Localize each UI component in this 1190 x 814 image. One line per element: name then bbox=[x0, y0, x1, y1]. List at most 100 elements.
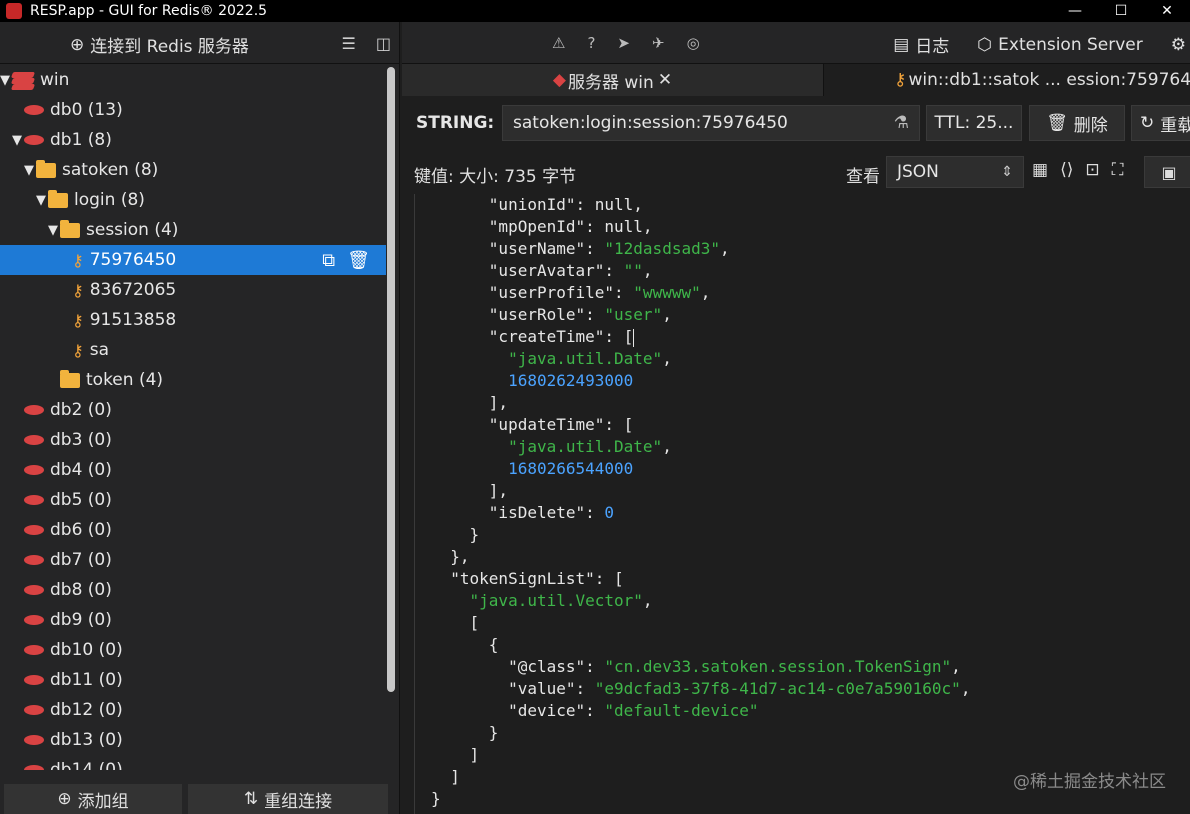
folder-icon bbox=[60, 219, 80, 238]
split-panel-icon[interactable]: ◫ bbox=[376, 34, 391, 53]
tree-item-db[interactable]: db2 (0) bbox=[0, 395, 386, 425]
view-format-select[interactable]: JSON ⇕ bbox=[886, 156, 1024, 188]
tree-item-db[interactable]: db11 (0) bbox=[0, 665, 386, 695]
tree-item-server[interactable]: ▼ win bbox=[0, 65, 386, 95]
tree-item-folder[interactable]: ▼ login (8) bbox=[0, 185, 386, 215]
expand-caret-icon[interactable]: ▼ bbox=[36, 193, 48, 208]
github-icon[interactable]: ◎ bbox=[687, 34, 700, 52]
code-line: [ bbox=[431, 612, 480, 634]
telegram-icon[interactable]: ➤ bbox=[617, 34, 630, 52]
tree-item-folder[interactable]: ▼ session (4) bbox=[0, 215, 386, 245]
list-view-icon[interactable]: ☰ bbox=[342, 34, 356, 53]
connect-redis-button[interactable]: ⊕ 连接到 Redis 服务器 bbox=[70, 32, 249, 58]
tree-item-db[interactable]: db13 (0) bbox=[0, 725, 386, 755]
view-format-value: JSON bbox=[897, 162, 939, 182]
tree-item-db[interactable]: db0 (13) bbox=[0, 95, 386, 125]
database-icon bbox=[24, 495, 44, 505]
tree-item-db[interactable]: db10 (0) bbox=[0, 635, 386, 665]
maximize-button[interactable]: ☐ bbox=[1098, 0, 1144, 22]
copy-key-icon[interactable]: ⧉ bbox=[322, 250, 335, 271]
twitter-icon[interactable]: ✈ bbox=[652, 34, 665, 52]
code-line: "device": "default-device" bbox=[431, 700, 759, 722]
tree-item-folder[interactable]: token (4) bbox=[0, 365, 386, 395]
tree-item-key[interactable]: ⚷ sa bbox=[0, 335, 386, 365]
tree-item-db[interactable]: ▼ db1 (8) bbox=[0, 125, 386, 155]
code-line: }, bbox=[431, 546, 469, 568]
connections-panel: ⊕ 连接到 Redis 服务器 ☰ ◫ ▼ win db0 (13) ▼ db1 (8)… bbox=[0, 22, 400, 814]
database-icon bbox=[24, 105, 44, 115]
database-icon bbox=[24, 435, 44, 445]
close-tab-icon[interactable]: ✕ bbox=[658, 70, 672, 90]
tree-item-db[interactable]: db3 (0) bbox=[0, 425, 386, 455]
minimize-button[interactable]: — bbox=[1052, 0, 1098, 22]
tree-item-key[interactable]: ⚷ 83672065 bbox=[0, 275, 386, 305]
tree-item-db[interactable]: db14 (0) bbox=[0, 755, 386, 770]
code-token: 1680262493000 bbox=[508, 371, 634, 390]
ttl-button[interactable]: TTL: 25... bbox=[926, 105, 1022, 141]
tree-item-folder[interactable]: ▼ satoken (8) bbox=[0, 155, 386, 185]
expand-caret-icon[interactable]: ▼ bbox=[0, 73, 12, 88]
code-token: , bbox=[960, 679, 971, 698]
tree-item-label: db1 (8) bbox=[50, 130, 112, 150]
trash-icon: 🗑 bbox=[1046, 113, 1068, 133]
tree-item-db[interactable]: db8 (0) bbox=[0, 575, 386, 605]
expand-caret-icon[interactable]: ▼ bbox=[24, 163, 36, 178]
tree-item-key[interactable]: ⚷ 91513858 bbox=[0, 305, 386, 335]
tree-item-label: db10 (0) bbox=[50, 640, 123, 660]
tree-item-db[interactable]: db6 (0) bbox=[0, 515, 386, 545]
tree-item-label: db5 (0) bbox=[50, 490, 112, 510]
close-window-button[interactable]: ✕ bbox=[1144, 0, 1190, 22]
code-line: } bbox=[431, 788, 441, 810]
tree-item-label: session (4) bbox=[86, 220, 179, 240]
regroup-connections-button[interactable]: ⇅ 重组连接 bbox=[188, 784, 388, 814]
help-icon[interactable]: ? bbox=[587, 34, 595, 52]
key-name-input[interactable]: satoken:login:session:75976450 ⚗ bbox=[502, 105, 920, 141]
log-button[interactable]: ▤ 日志 bbox=[893, 32, 949, 58]
reload-button[interactable]: ↻ 重载 bbox=[1131, 105, 1190, 141]
key-icon: ⚷ bbox=[894, 70, 907, 90]
copy-clipboard-icon[interactable]: ▦ bbox=[1032, 160, 1048, 180]
trash-icon[interactable]: 🗑 bbox=[347, 250, 370, 271]
warning-icon[interactable]: ⚠ bbox=[552, 34, 565, 52]
tree-item-key[interactable]: ⚷ 75976450 ⧉ 🗑 bbox=[0, 245, 386, 275]
tree-item-db[interactable]: db12 (0) bbox=[0, 695, 386, 725]
tree-item-db[interactable]: db7 (0) bbox=[0, 545, 386, 575]
format-code-icon[interactable]: ⟨⟩ bbox=[1060, 160, 1073, 180]
database-icon bbox=[24, 705, 44, 715]
code-token: "unionId" bbox=[488, 195, 576, 214]
expand-caret-icon[interactable]: ▼ bbox=[12, 133, 24, 148]
extension-server-button[interactable]: ⬡ Extension Server bbox=[977, 35, 1142, 55]
save-button[interactable]: ▣ bbox=[1144, 156, 1190, 188]
fullscreen-icon[interactable]: ⛶ bbox=[1112, 160, 1124, 180]
binary-icon[interactable]: ⊡ bbox=[1085, 160, 1099, 180]
reload-label: 重载 bbox=[1160, 115, 1190, 136]
key-icon: ⚷ bbox=[72, 310, 84, 330]
delete-key-button[interactable]: 🗑 删除 bbox=[1029, 105, 1125, 141]
add-group-button[interactable]: ⊕ 添加组 bbox=[4, 784, 182, 814]
tree-scrollbar[interactable] bbox=[387, 67, 395, 692]
connections-header: ⊕ 连接到 Redis 服务器 ☰ ◫ bbox=[0, 22, 399, 64]
tree-item-db[interactable]: db4 (0) bbox=[0, 455, 386, 485]
code-token: : null, bbox=[575, 195, 643, 214]
tab-server-win[interactable]: ◆ 服务器 win ✕ bbox=[402, 64, 824, 96]
app-logo-icon bbox=[6, 3, 22, 19]
code-token: "12dasdsad3" bbox=[604, 239, 720, 258]
code-token: "@class" bbox=[508, 657, 586, 676]
database-icon bbox=[24, 675, 44, 685]
tree-item-db[interactable]: db9 (0) bbox=[0, 605, 386, 635]
expand-caret-icon[interactable]: ▼ bbox=[48, 223, 60, 238]
code-line: "userName": "12dasdsad3", bbox=[431, 238, 730, 260]
sort-arrows-icon: ⇅ bbox=[243, 789, 259, 809]
code-line: } bbox=[431, 524, 480, 546]
code-token: "default-device" bbox=[604, 701, 759, 720]
tree-item-label: db12 (0) bbox=[50, 700, 123, 720]
code-token: : bbox=[585, 239, 605, 258]
flask-icon[interactable]: ⚗ bbox=[894, 113, 909, 133]
tree-item-label: db11 (0) bbox=[50, 670, 123, 690]
database-icon bbox=[24, 765, 44, 770]
settings-gear-icon[interactable]: ⚙ bbox=[1171, 35, 1186, 55]
tab-key-session[interactable]: ⚷ win::db1::satok ... ession:75976450 bbox=[824, 64, 1190, 96]
tree-item-db[interactable]: db5 (0) bbox=[0, 485, 386, 515]
value-editor[interactable]: @稀土掘金技术社区 "unionId": null, "mpOpenId": n… bbox=[414, 194, 1190, 814]
